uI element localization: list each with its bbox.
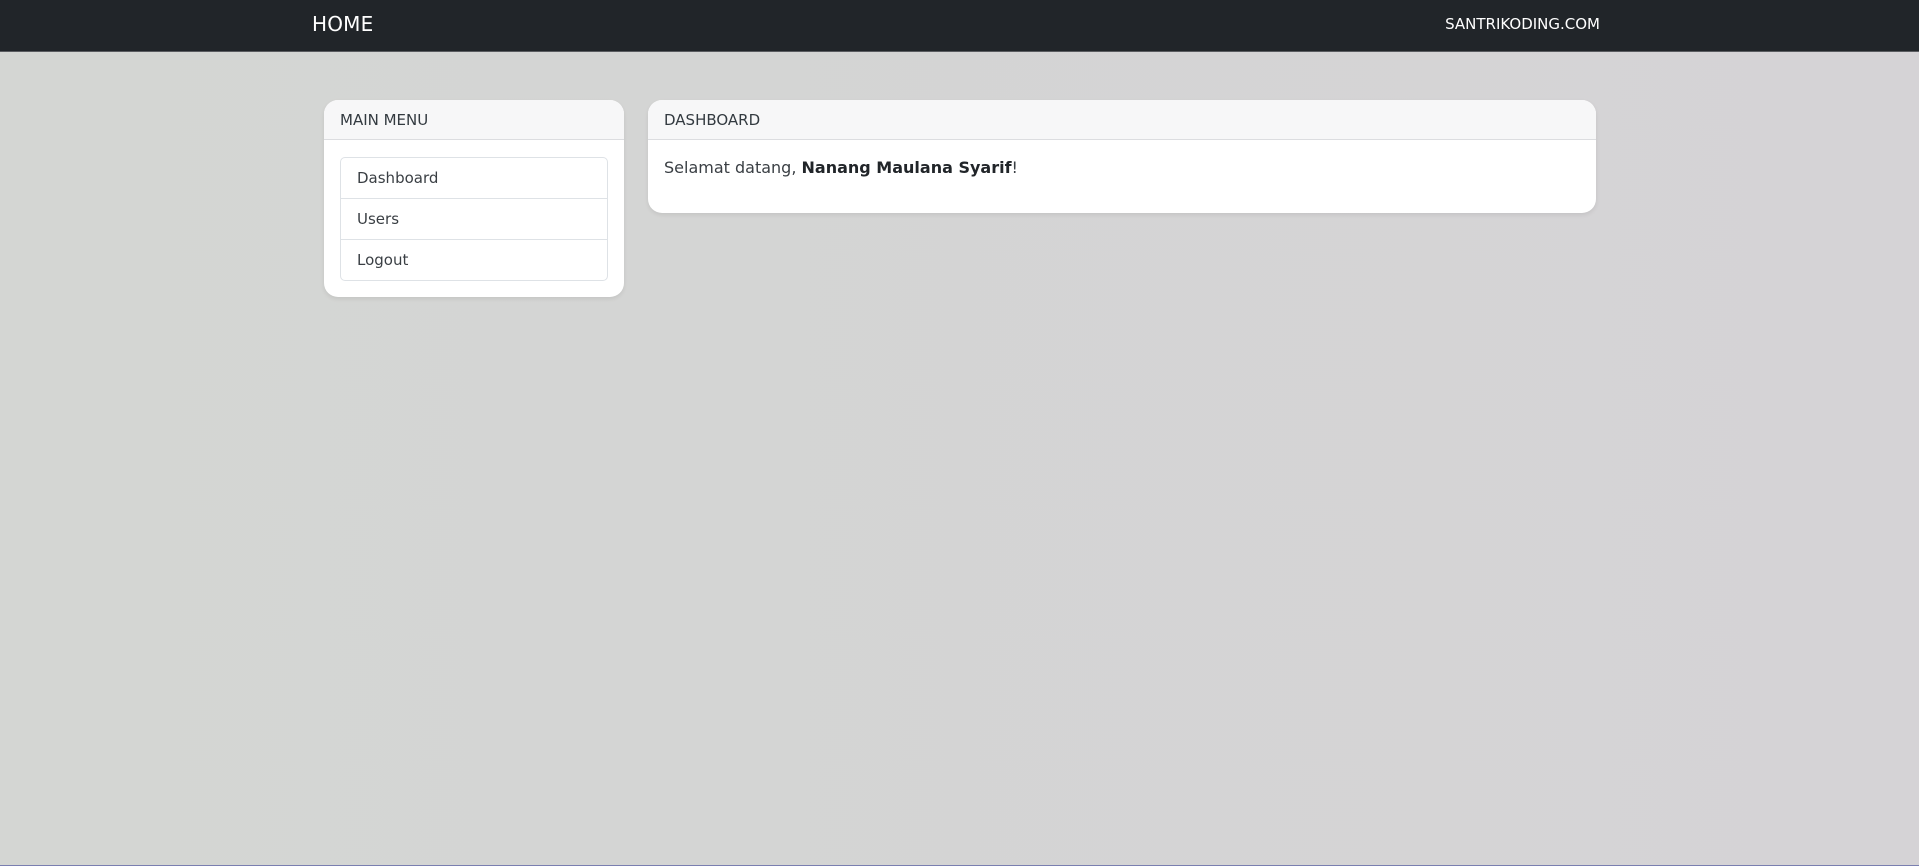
home-link[interactable]: HOME	[312, 12, 373, 36]
top-navbar: HOME SANTRIKODING.COM	[0, 0, 1919, 52]
menu-item-dashboard[interactable]: Dashboard	[341, 158, 607, 199]
main-menu-list: Dashboard Users Logout	[340, 157, 608, 281]
santrikoding-link[interactable]: SANTRIKODING.COM	[1445, 15, 1600, 33]
greeting-suffix: !	[1011, 158, 1018, 177]
welcome-message: Selamat datang, Nanang Maulana Syarif!	[648, 140, 1596, 195]
menu-item-users[interactable]: Users	[341, 199, 607, 240]
menu-item-logout[interactable]: Logout	[341, 240, 607, 280]
dashboard-title: DASHBOARD	[648, 100, 1596, 140]
dashboard-card: DASHBOARD Selamat datang, Nanang Maulana…	[648, 100, 1596, 213]
user-name: Nanang Maulana Syarif	[801, 158, 1012, 177]
main-menu-title: MAIN MENU	[324, 100, 624, 140]
main-menu-card: MAIN MENU Dashboard Users Logout	[324, 100, 624, 297]
greeting-prefix: Selamat datang,	[664, 158, 802, 177]
